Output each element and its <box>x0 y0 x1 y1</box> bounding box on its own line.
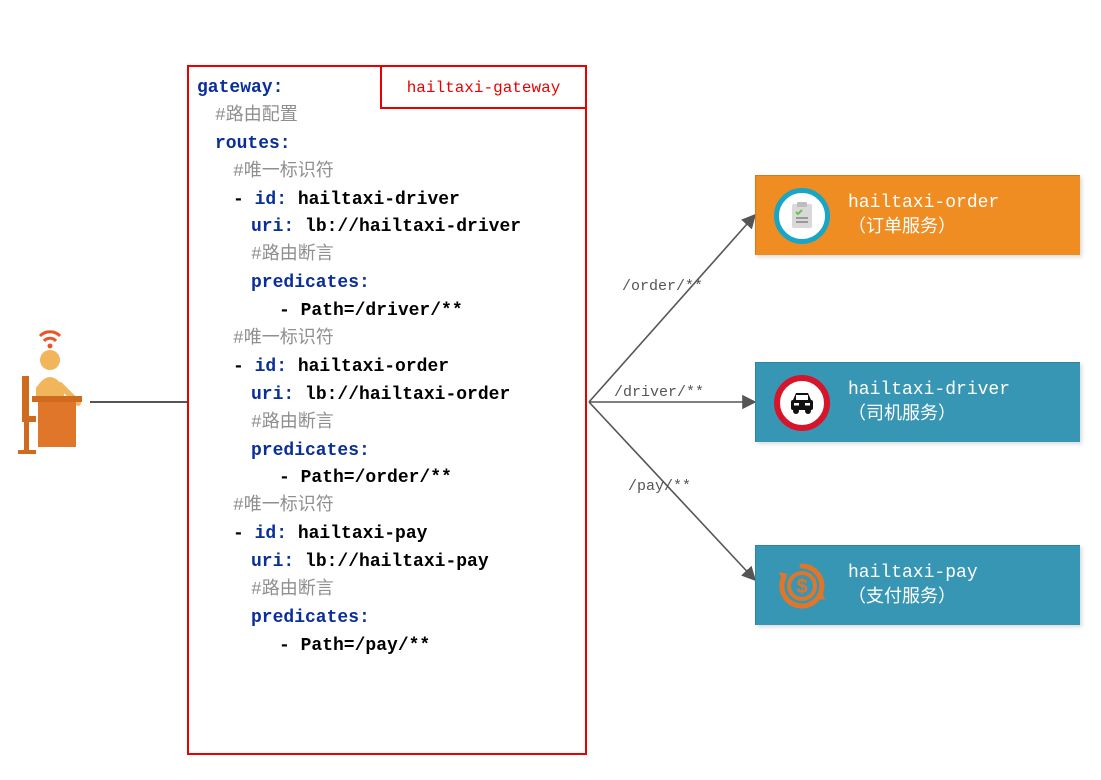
svc-driver-name: hailtaxi-driver <box>848 378 1010 402</box>
gateway-config-box: gateway: #路由配置 routes: #唯一标识符 - id: hail… <box>187 65 587 755</box>
route-id-2: - id: hailtaxi-pay <box>197 521 575 549</box>
route-id-1: - id: hailtaxi-order <box>197 354 575 382</box>
route-uri-1: uri: lb://hailtaxi-order <box>197 382 575 410</box>
payment-icon: $ <box>774 558 830 614</box>
service-box-driver: hailtaxi-driver （司机服务） <box>755 362 1080 442</box>
route-path-1: - Path=/order/** <box>197 465 575 493</box>
svc-order-name: hailtaxi-order <box>848 191 999 215</box>
key-predicates-2: predicates: <box>197 605 575 633</box>
comment-pred-1: #路由断言 <box>197 410 575 438</box>
comment-id-2: #唯一标识符 <box>197 493 575 521</box>
comment-pred-2: #路由断言 <box>197 577 575 605</box>
user-computer-icon <box>10 330 90 460</box>
document-icon <box>774 188 830 244</box>
route-uri-0: uri: lb://hailtaxi-driver <box>197 214 575 242</box>
svg-text:$: $ <box>796 576 807 598</box>
key-predicates-0: predicates: <box>197 270 575 298</box>
route-uri-2: uri: lb://hailtaxi-pay <box>197 549 575 577</box>
comment-pred-0: #路由断言 <box>197 242 575 270</box>
car-icon <box>774 375 830 431</box>
route-id-0: - id: hailtaxi-driver <box>197 187 575 215</box>
svc-pay-name: hailtaxi-pay <box>848 561 978 585</box>
key-gateway: gateway: <box>197 78 283 98</box>
path-label-driver: /driver/** <box>614 384 704 401</box>
comment-id-1: #唯一标识符 <box>197 326 575 354</box>
svc-driver-sub: （司机服务） <box>848 403 1010 427</box>
route-path-0: - Path=/driver/** <box>197 298 575 326</box>
path-label-order: /order/** <box>622 278 703 295</box>
route-path-2: - Path=/pay/** <box>197 633 575 661</box>
key-predicates-1: predicates: <box>197 438 575 466</box>
service-box-order: hailtaxi-order （订单服务） <box>755 175 1080 255</box>
key-routes: routes: <box>197 131 575 159</box>
comment-routes: #路由配置 <box>197 103 575 131</box>
path-label-pay: /pay/** <box>628 478 691 495</box>
svc-order-sub: （订单服务） <box>848 216 999 240</box>
svc-pay-sub: （支付服务） <box>848 586 978 610</box>
service-box-pay: $ hailtaxi-pay （支付服务） <box>755 545 1080 625</box>
comment-id-0: #唯一标识符 <box>197 159 575 187</box>
